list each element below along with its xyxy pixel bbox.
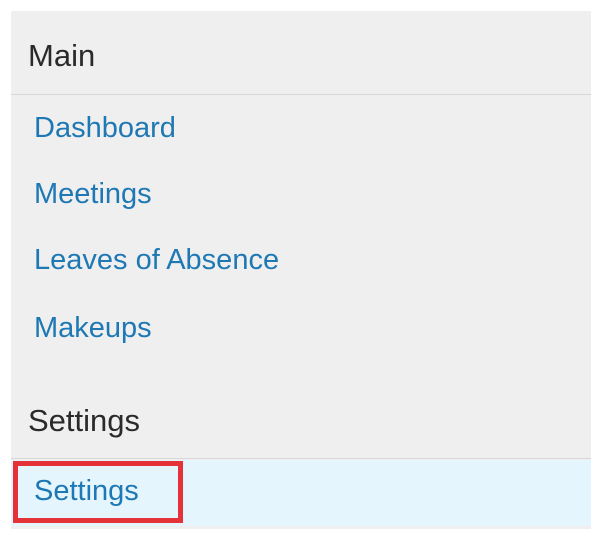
nav-link-settings[interactable]: Settings bbox=[34, 477, 139, 506]
nav-link-leaves-of-absence[interactable]: Leaves of Absence bbox=[34, 246, 279, 275]
nav-link-makeups[interactable]: Makeups bbox=[34, 314, 152, 343]
main-section-header: Main bbox=[11, 11, 591, 95]
settings-section-header: Settings bbox=[11, 385, 591, 459]
settings-nav-row[interactable]: Settings bbox=[11, 460, 591, 526]
nav-link-dashboard[interactable]: Dashboard bbox=[34, 114, 176, 143]
sidebar-navigation: Main Dashboard Meetings Leaves of Absenc… bbox=[11, 11, 591, 529]
nav-link-meetings[interactable]: Meetings bbox=[34, 180, 152, 209]
